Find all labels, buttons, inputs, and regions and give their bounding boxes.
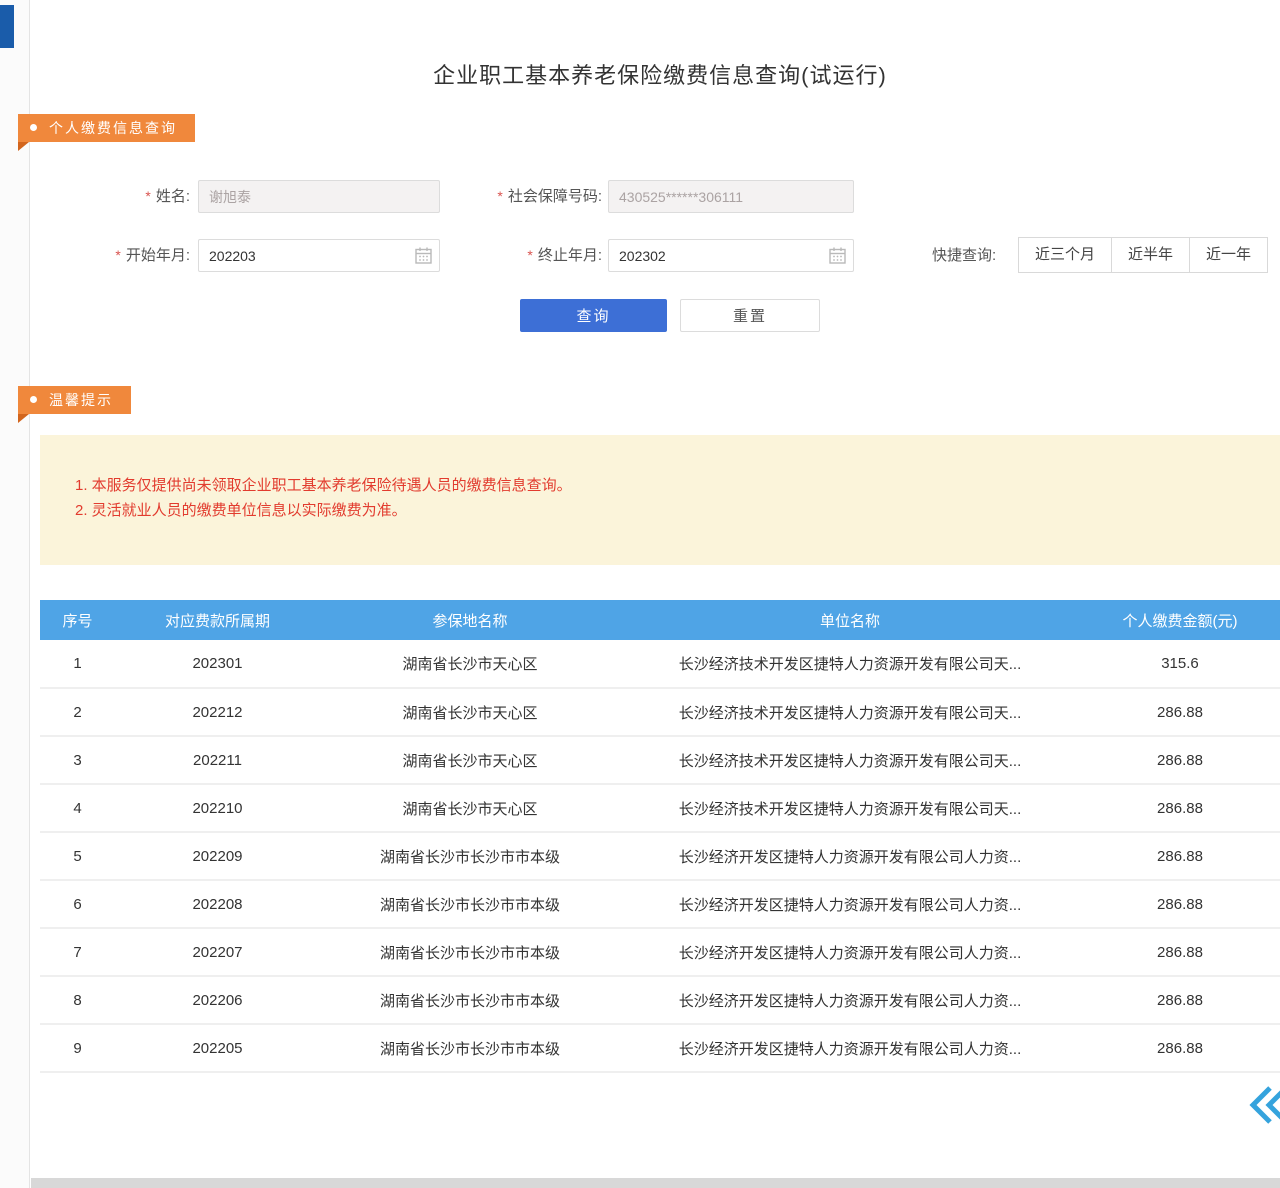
cell-period: 202206 bbox=[115, 976, 320, 1024]
table-row: 6 202208 湖南省长沙市长沙市市本级 长沙经济开发区捷特人力资源开发有限公… bbox=[40, 880, 1280, 928]
cell-unit: 长沙经济技术开发区捷特人力资源开发有限公司天... bbox=[620, 640, 1080, 688]
cell-period: 202207 bbox=[115, 928, 320, 976]
cell-seq: 3 bbox=[40, 736, 115, 784]
cell-unit: 长沙经济开发区捷特人力资源开发有限公司人力资... bbox=[620, 928, 1080, 976]
cell-unit: 长沙经济技术开发区捷特人力资源开发有限公司天... bbox=[620, 784, 1080, 832]
required-asterisk: * bbox=[497, 188, 502, 204]
table-header-row: 序号 对应费款所属期 参保地名称 单位名称 个人缴费金额(元) bbox=[40, 600, 1280, 640]
required-asterisk: * bbox=[527, 247, 532, 263]
table-row: 3 202211 湖南省长沙市天心区 长沙经济技术开发区捷特人力资源开发有限公司… bbox=[40, 736, 1280, 784]
header-area: 参保地名称 bbox=[320, 600, 620, 640]
cell-seq: 9 bbox=[40, 1024, 115, 1072]
start-month-input[interactable] bbox=[198, 239, 440, 272]
notice-line-1: 1. 本服务仅提供尚未领取企业职工基本养老保险待遇人员的缴费信息查询。 bbox=[75, 473, 1260, 498]
table-row: 5 202209 湖南省长沙市长沙市市本级 长沙经济开发区捷特人力资源开发有限公… bbox=[40, 832, 1280, 880]
table-row: 2 202212 湖南省长沙市天心区 长沙经济技术开发区捷特人力资源开发有限公司… bbox=[40, 688, 1280, 736]
ssn-input[interactable] bbox=[608, 180, 854, 213]
cell-unit: 长沙经济技术开发区捷特人力资源开发有限公司天... bbox=[620, 688, 1080, 736]
footer-strip bbox=[31, 1178, 1280, 1188]
reset-button[interactable]: 重置 bbox=[680, 299, 820, 332]
cell-unit: 长沙经济开发区捷特人力资源开发有限公司人力资... bbox=[620, 880, 1080, 928]
cell-amount: 286.88 bbox=[1080, 880, 1280, 928]
cell-seq: 5 bbox=[40, 832, 115, 880]
quick-query-label: 快捷查询: bbox=[932, 238, 996, 274]
table-body: 1 202301 湖南省长沙市天心区 长沙经济技术开发区捷特人力资源开发有限公司… bbox=[40, 640, 1280, 1072]
cell-area: 湖南省长沙市长沙市市本级 bbox=[320, 976, 620, 1024]
cell-amount: 286.88 bbox=[1080, 832, 1280, 880]
cell-period: 202212 bbox=[115, 688, 320, 736]
cell-amount: 286.88 bbox=[1080, 688, 1280, 736]
cell-area: 湖南省长沙市长沙市市本级 bbox=[320, 880, 620, 928]
header-amount: 个人缴费金额(元) bbox=[1080, 600, 1280, 640]
double-left-chevron-icon[interactable] bbox=[1246, 1083, 1280, 1127]
section-badge-query: 个人缴费信息查询 bbox=[18, 114, 195, 142]
quick-btn-halfyear[interactable]: 近半年 bbox=[1111, 237, 1190, 273]
calendar-icon[interactable] bbox=[829, 247, 846, 264]
cell-area: 湖南省长沙市长沙市市本级 bbox=[320, 1024, 620, 1072]
cell-area: 湖南省长沙市天心区 bbox=[320, 688, 620, 736]
cell-seq: 2 bbox=[40, 688, 115, 736]
cell-period: 202205 bbox=[115, 1024, 320, 1072]
cell-amount: 315.6 bbox=[1080, 640, 1280, 688]
cell-seq: 6 bbox=[40, 880, 115, 928]
name-input[interactable] bbox=[198, 180, 440, 213]
query-button[interactable]: 查询 bbox=[520, 299, 667, 332]
start-month-label: *开始年月: bbox=[60, 239, 190, 272]
notice-line-2: 2. 灵活就业人员的缴费单位信息以实际缴费为准。 bbox=[75, 498, 1260, 523]
cell-seq: 7 bbox=[40, 928, 115, 976]
cell-unit: 长沙经济技术开发区捷特人力资源开发有限公司天... bbox=[620, 736, 1080, 784]
cell-period: 202208 bbox=[115, 880, 320, 928]
table-row: 8 202206 湖南省长沙市长沙市市本级 长沙经济开发区捷特人力资源开发有限公… bbox=[40, 976, 1280, 1024]
header-period: 对应费款所属期 bbox=[115, 600, 320, 640]
page-title: 企业职工基本养老保险缴费信息查询(试运行) bbox=[40, 58, 1280, 90]
cell-seq: 4 bbox=[40, 784, 115, 832]
cell-unit: 长沙经济开发区捷特人力资源开发有限公司人力资... bbox=[620, 832, 1080, 880]
cell-area: 湖南省长沙市天心区 bbox=[320, 640, 620, 688]
cell-amount: 286.88 bbox=[1080, 784, 1280, 832]
header-unit: 单位名称 bbox=[620, 600, 1080, 640]
bullet-dot-icon bbox=[30, 396, 37, 403]
cell-period: 202211 bbox=[115, 736, 320, 784]
bullet-dot-icon bbox=[30, 124, 37, 131]
left-rail bbox=[0, 0, 30, 1188]
header-seq: 序号 bbox=[40, 600, 115, 640]
name-label: *姓名: bbox=[60, 180, 190, 213]
cell-area: 湖南省长沙市长沙市市本级 bbox=[320, 832, 620, 880]
cell-amount: 286.88 bbox=[1080, 736, 1280, 784]
cell-period: 202210 bbox=[115, 784, 320, 832]
cell-seq: 1 bbox=[40, 640, 115, 688]
cell-amount: 286.88 bbox=[1080, 928, 1280, 976]
ssn-label: *社会保障号码: bbox=[452, 180, 602, 213]
sidebar-collapsed-tab[interactable] bbox=[0, 5, 14, 48]
quick-btn-3months[interactable]: 近三个月 bbox=[1018, 237, 1112, 273]
section-badge-tips: 温馨提示 bbox=[18, 386, 131, 414]
section-badge-tips-label: 温馨提示 bbox=[49, 392, 113, 408]
quick-btn-oneyear[interactable]: 近一年 bbox=[1189, 237, 1268, 273]
quick-query-group: 近三个月 近半年 近一年 bbox=[1018, 237, 1268, 273]
calendar-icon[interactable] bbox=[415, 247, 432, 264]
table-row: 7 202207 湖南省长沙市长沙市市本级 长沙经济开发区捷特人力资源开发有限公… bbox=[40, 928, 1280, 976]
cell-period: 202301 bbox=[115, 640, 320, 688]
end-month-label: *终止年月: bbox=[452, 239, 602, 272]
section-badge-query-label: 个人缴费信息查询 bbox=[49, 120, 177, 136]
cell-area: 湖南省长沙市天心区 bbox=[320, 736, 620, 784]
notice-box: 1. 本服务仅提供尚未领取企业职工基本养老保险待遇人员的缴费信息查询。 2. 灵… bbox=[40, 435, 1280, 565]
cell-amount: 286.88 bbox=[1080, 1024, 1280, 1072]
cell-area: 湖南省长沙市长沙市市本级 bbox=[320, 928, 620, 976]
cell-area: 湖南省长沙市天心区 bbox=[320, 784, 620, 832]
end-month-input[interactable] bbox=[608, 239, 854, 272]
table-row: 4 202210 湖南省长沙市天心区 长沙经济技术开发区捷特人力资源开发有限公司… bbox=[40, 784, 1280, 832]
cell-amount: 286.88 bbox=[1080, 976, 1280, 1024]
table-row: 1 202301 湖南省长沙市天心区 长沙经济技术开发区捷特人力资源开发有限公司… bbox=[40, 640, 1280, 688]
cell-seq: 8 bbox=[40, 976, 115, 1024]
cell-unit: 长沙经济开发区捷特人力资源开发有限公司人力资... bbox=[620, 1024, 1080, 1072]
payment-table: 序号 对应费款所属期 参保地名称 单位名称 个人缴费金额(元) 1 202301… bbox=[40, 600, 1280, 1073]
ribbon-fold bbox=[18, 414, 29, 423]
cell-period: 202209 bbox=[115, 832, 320, 880]
required-asterisk: * bbox=[115, 247, 120, 263]
required-asterisk: * bbox=[145, 188, 150, 204]
ribbon-fold bbox=[18, 142, 29, 151]
cell-unit: 长沙经济开发区捷特人力资源开发有限公司人力资... bbox=[620, 976, 1080, 1024]
table-row: 9 202205 湖南省长沙市长沙市市本级 长沙经济开发区捷特人力资源开发有限公… bbox=[40, 1024, 1280, 1072]
